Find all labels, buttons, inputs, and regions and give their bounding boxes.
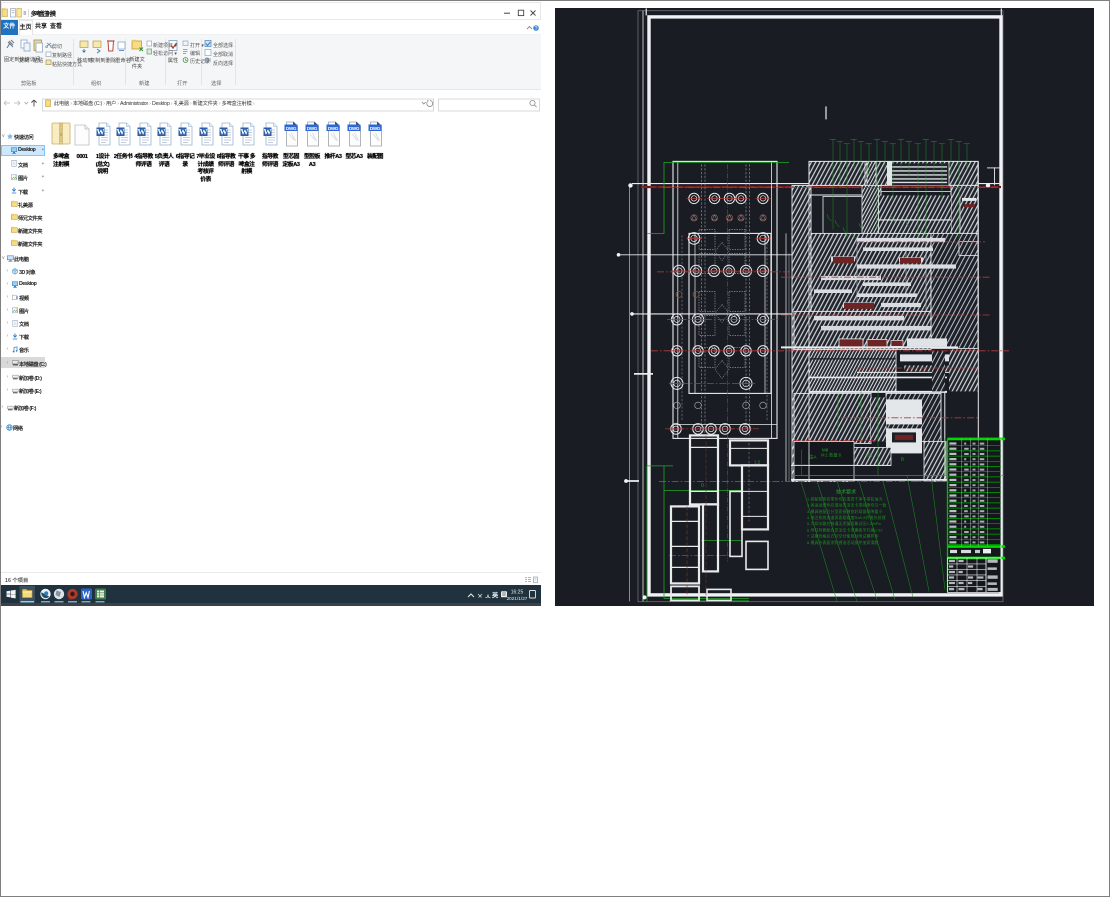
- svg-text:多啤盒注射模: 多啤盒注射模: [31, 10, 57, 18]
- svg-text:2.各运动部件应滑动灵活无卡滞间隙均匀一致: 2.各运动部件应滑动灵活无卡滞间隙均匀一致: [807, 502, 887, 507]
- svg-text:8.模具外表面涂防锈油活动部件加润滑脂: 8.模具外表面涂防锈油活动部件加润滑脂: [807, 539, 879, 544]
- svg-text:W: W: [179, 128, 187, 137]
- svg-text:W: W: [240, 128, 248, 137]
- svg-text:W: W: [220, 128, 228, 137]
- svg-text:B: B: [901, 456, 904, 461]
- svg-text:注A: 注A: [809, 453, 817, 460]
- svg-text:M:1 数量:8: M:1 数量:8: [821, 451, 842, 458]
- svg-text:16:25: 16:25: [511, 589, 524, 595]
- svg-text:英: 英: [492, 591, 499, 599]
- svg-text:7.试模合格后方可交付使用并附试模样件: 7.试模合格后方可交付使用并附试模样件: [807, 533, 879, 538]
- svg-text:W: W: [264, 128, 272, 137]
- svg-text:DWG: DWG: [286, 126, 297, 131]
- svg-text:DWG: DWG: [349, 126, 360, 131]
- svg-text:W: W: [117, 128, 125, 137]
- svg-text:1:2: 1:2: [754, 459, 761, 464]
- svg-text:3.模具装配后分型面接触良好局部间隙要小: 3.模具装配后分型面接触良好局部间隙要小: [807, 508, 883, 513]
- svg-text:DWG: DWG: [328, 126, 339, 131]
- svg-text:DWG: DWG: [307, 126, 318, 131]
- svg-text:W: W: [137, 128, 145, 137]
- svg-text:5.冷却水路应畅通无泄漏现象试压0.5MPa: 5.冷却水路应畅通无泄漏现象试压0.5MPa: [807, 521, 881, 526]
- svg-text:1.装配前所有零件均应清洗干净不得有油污: 1.装配前所有零件均应清洗干净不得有油污: [807, 496, 883, 501]
- svg-text:?: ?: [534, 26, 537, 32]
- svg-text:4.浇注系统流道表面粗糙度Ra0.8并抛光处理: 4.浇注系统流道表面粗糙度Ra0.8并抛光处理: [807, 515, 886, 520]
- svg-text:W: W: [199, 128, 207, 137]
- svg-text:6.导柱导套配合灵活无卡滞模板平行度0.02: 6.导柱导套配合灵活无卡滞模板平行度0.02: [807, 527, 883, 532]
- svg-text:技术要求: 技术要求: [836, 488, 856, 495]
- svg-text:W: W: [96, 128, 104, 137]
- svg-text:A向: A向: [865, 451, 873, 457]
- svg-text:2021/1/27: 2021/1/27: [507, 596, 528, 601]
- svg-text:DWG: DWG: [370, 126, 381, 131]
- svg-text:W: W: [158, 128, 166, 137]
